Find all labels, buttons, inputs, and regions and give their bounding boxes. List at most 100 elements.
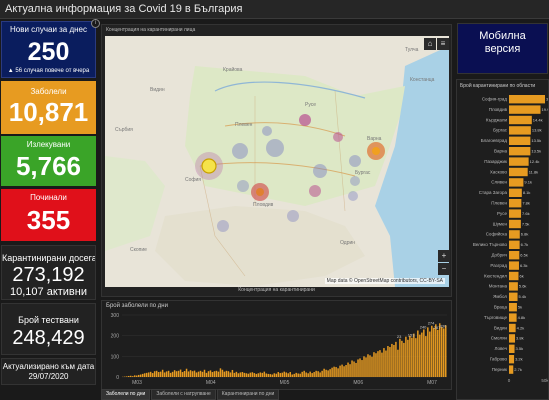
region-bar[interactable] [509,240,520,249]
daily-bar[interactable] [367,354,369,377]
daily-bar[interactable] [199,370,202,377]
daily-bar[interactable] [361,360,363,377]
daily-bar[interactable] [419,334,421,377]
region-bar[interactable] [509,147,531,156]
region-bar[interactable] [509,157,529,166]
daily-bar[interactable] [219,368,222,377]
daily-bar[interactable] [317,371,319,377]
daily-bar[interactable] [253,373,256,377]
daily-bar[interactable] [329,369,331,377]
daily-bar[interactable] [319,372,321,377]
daily-bar[interactable] [125,376,128,377]
daily-bar[interactable] [315,370,317,377]
daily-bar[interactable] [139,374,142,377]
daily-bar[interactable] [383,348,385,377]
daily-bar[interactable] [331,367,333,377]
daily-bar[interactable] [341,364,343,377]
daily-bar[interactable] [197,371,200,377]
daily-bar[interactable] [225,370,228,377]
daily-bar[interactable] [399,338,401,377]
daily-bar[interactable] [207,371,210,377]
daily-bar[interactable] [153,371,156,377]
region-bar[interactable] [509,313,517,322]
daily-bar[interactable] [417,330,419,378]
daily-bar[interactable] [187,371,190,377]
daily-bar[interactable] [311,373,313,377]
daily-bar[interactable] [145,372,148,377]
daily-bar[interactable] [433,327,435,377]
daily-bar[interactable] [275,373,278,377]
zoom-in-button[interactable]: + [438,250,450,262]
region-bar[interactable] [509,126,531,135]
daily-bar[interactable] [299,373,301,377]
map-canvas[interactable]: Крайова Видин Русе Варна Бургас Плевен С… [105,36,449,287]
region-bar[interactable] [509,282,518,291]
daily-bar[interactable] [359,358,361,377]
daily-bar[interactable] [293,373,295,377]
daily-bar[interactable] [251,372,254,377]
region-bar[interactable] [509,303,517,312]
layer-list-icon[interactable]: ≡ [437,38,449,50]
info-icon[interactable]: i [91,19,100,28]
daily-bar[interactable] [385,350,387,377]
daily-bar[interactable] [229,372,232,377]
region-bar[interactable] [509,365,514,374]
daily-bar[interactable] [129,375,132,377]
daily-bar[interactable] [277,372,280,377]
daily-bar[interactable] [347,362,349,377]
daily-bar[interactable] [301,371,303,377]
daily-bar[interactable] [285,372,287,377]
daily-bar[interactable] [243,372,246,377]
daily-bar[interactable] [351,360,353,377]
daily-bar[interactable] [189,370,192,377]
daily-bar[interactable] [151,373,154,377]
daily-bar[interactable] [247,373,250,377]
daily-bar[interactable] [357,359,359,377]
daily-bar[interactable] [421,332,423,377]
daily-bar[interactable] [237,373,240,377]
daily-bar[interactable] [405,336,407,377]
daily-bar[interactable] [313,372,315,377]
daily-bar[interactable] [387,346,389,377]
daily-bar[interactable] [173,370,176,377]
daily-bar[interactable] [381,352,383,377]
daily-bar[interactable] [279,373,282,377]
daily-bar[interactable] [435,324,437,377]
daily-bar[interactable] [391,343,393,377]
daily-bar[interactable] [245,373,248,377]
daily-bar[interactable] [305,372,307,377]
daily-bar[interactable] [233,372,236,377]
daily-bar[interactable] [203,369,206,377]
daily-bar[interactable] [209,370,212,377]
daily-bar[interactable] [409,335,411,377]
daily-bar[interactable] [127,375,130,377]
daily-bar[interactable] [377,351,379,377]
daily-bar[interactable] [325,369,327,377]
daily-bar[interactable] [231,369,234,377]
daily-bar[interactable] [339,365,341,377]
daily-bar[interactable] [287,373,289,377]
daily-bar[interactable] [259,372,262,377]
daily-bar[interactable] [335,367,337,377]
daily-bar[interactable] [333,366,335,377]
daily-bar[interactable] [213,371,216,377]
daily-bar[interactable] [155,370,158,377]
daily-bar[interactable] [183,371,186,377]
daily-bar[interactable] [425,336,427,377]
daily-bar[interactable] [165,371,168,377]
daily-bar[interactable] [343,366,345,377]
daily-bar[interactable] [169,372,172,377]
mobile-version-button[interactable]: Мобилна версия [457,23,548,74]
daily-bar[interactable] [133,375,136,377]
daily-bar[interactable] [171,371,174,377]
daily-bar[interactable] [369,355,371,377]
daily-bar[interactable] [177,370,180,377]
daily-bar[interactable] [141,373,144,377]
daily-bar[interactable] [283,371,285,377]
tab-daily-quarantined[interactable]: Карантинирани по дни [216,389,280,400]
daily-bar[interactable] [255,373,258,377]
daily-bar[interactable] [349,364,351,377]
daily-bar[interactable] [167,370,170,377]
daily-bar[interactable] [375,353,377,377]
daily-bar[interactable] [149,371,152,377]
